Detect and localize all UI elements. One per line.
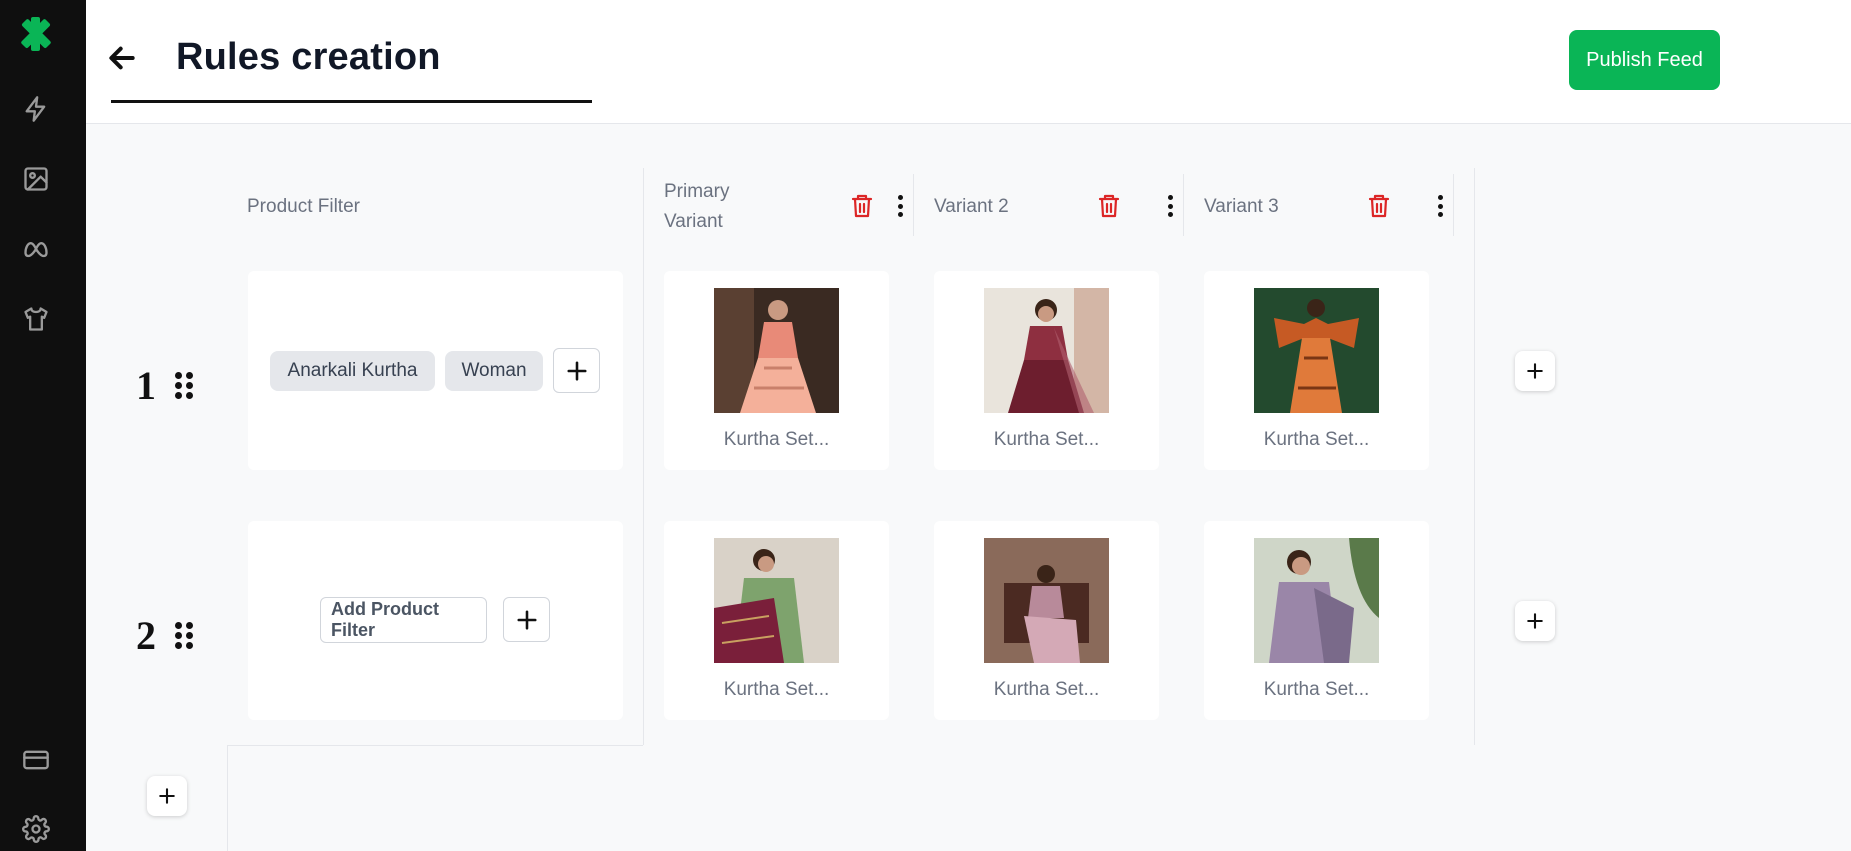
more-vertical-icon[interactable] [1163, 192, 1177, 220]
tshirt-icon[interactable] [20, 303, 52, 335]
variant-card[interactable]: Kurtha Set... [934, 271, 1159, 470]
column-divider [643, 168, 644, 745]
variant-header-line: Primary [664, 181, 730, 202]
back-arrow-icon[interactable] [104, 40, 140, 76]
product-filter-header: Product Filter [247, 196, 360, 217]
logo-icon[interactable] [16, 14, 56, 54]
variant-card[interactable]: Kurtha Set... [664, 521, 889, 720]
variant-label: Kurtha Set... [993, 679, 1100, 700]
variant-card[interactable]: Kurtha Set... [934, 521, 1159, 720]
variant-label: Kurtha Set... [1263, 429, 1370, 450]
filter-chip[interactable]: Anarkali Kurtha [270, 351, 435, 391]
product-image [984, 538, 1109, 663]
variant-label: Kurtha Set... [723, 679, 830, 700]
row-number: 1 [136, 363, 156, 408]
gear-icon[interactable] [20, 813, 52, 845]
column-divider [1183, 174, 1184, 236]
variant-card[interactable]: Kurtha Set... [1204, 271, 1429, 470]
filter-chip[interactable]: Woman [445, 351, 543, 391]
variant-card[interactable]: Kurtha Set... [664, 271, 889, 470]
grid-bottom-line [227, 745, 643, 746]
variant-label: Kurtha Set... [1263, 679, 1370, 700]
variant-label: Kurtha Set... [723, 429, 830, 450]
add-filter-plus-icon[interactable] [503, 597, 550, 642]
column-divider [1453, 174, 1454, 236]
drag-handle-icon[interactable] [175, 622, 193, 649]
variant-card[interactable]: Kurtha Set... [1204, 521, 1429, 720]
publish-feed-button[interactable]: Publish Feed [1569, 30, 1720, 90]
column-divider [913, 174, 914, 236]
title-underline [111, 100, 592, 103]
add-filter-plus-icon[interactable] [553, 348, 600, 393]
trash-icon[interactable] [850, 193, 874, 219]
variant-label: Kurtha Set... [993, 429, 1100, 450]
sidebar [0, 0, 86, 851]
page-header: Rules creation Publish Feed [86, 0, 1851, 124]
page-title: Rules creation [176, 36, 441, 78]
add-variant-plus-icon[interactable] [1515, 351, 1555, 391]
product-image [1254, 538, 1379, 663]
variant-header-2: Variant 2 [934, 196, 1009, 217]
product-image [1254, 288, 1379, 413]
row-number: 2 [136, 613, 156, 658]
column-divider [1474, 168, 1475, 745]
more-vertical-icon[interactable] [1433, 192, 1447, 220]
add-product-filter-button[interactable]: Add Product Filter [320, 597, 487, 643]
product-image [714, 288, 839, 413]
drag-handle-icon[interactable] [175, 372, 193, 399]
trash-icon[interactable] [1367, 193, 1391, 219]
more-vertical-icon[interactable] [893, 192, 907, 220]
row-divider [227, 745, 228, 851]
variant-header-primary: Primary Variant [664, 177, 729, 237]
variant-header-line: Variant [664, 211, 723, 232]
add-variant-plus-icon[interactable] [1515, 601, 1555, 641]
variant-header-3: Variant 3 [1204, 196, 1279, 217]
bolt-icon[interactable] [20, 93, 52, 125]
product-filter-card: Add Product Filter [248, 521, 623, 720]
card-icon[interactable] [20, 744, 52, 776]
product-image [714, 538, 839, 663]
add-row-plus-icon[interactable] [147, 776, 187, 816]
product-image [984, 288, 1109, 413]
meta-icon[interactable] [20, 233, 52, 265]
product-filter-card: Anarkali Kurtha Woman [248, 271, 623, 470]
image-icon[interactable] [20, 163, 52, 195]
trash-icon[interactable] [1097, 193, 1121, 219]
